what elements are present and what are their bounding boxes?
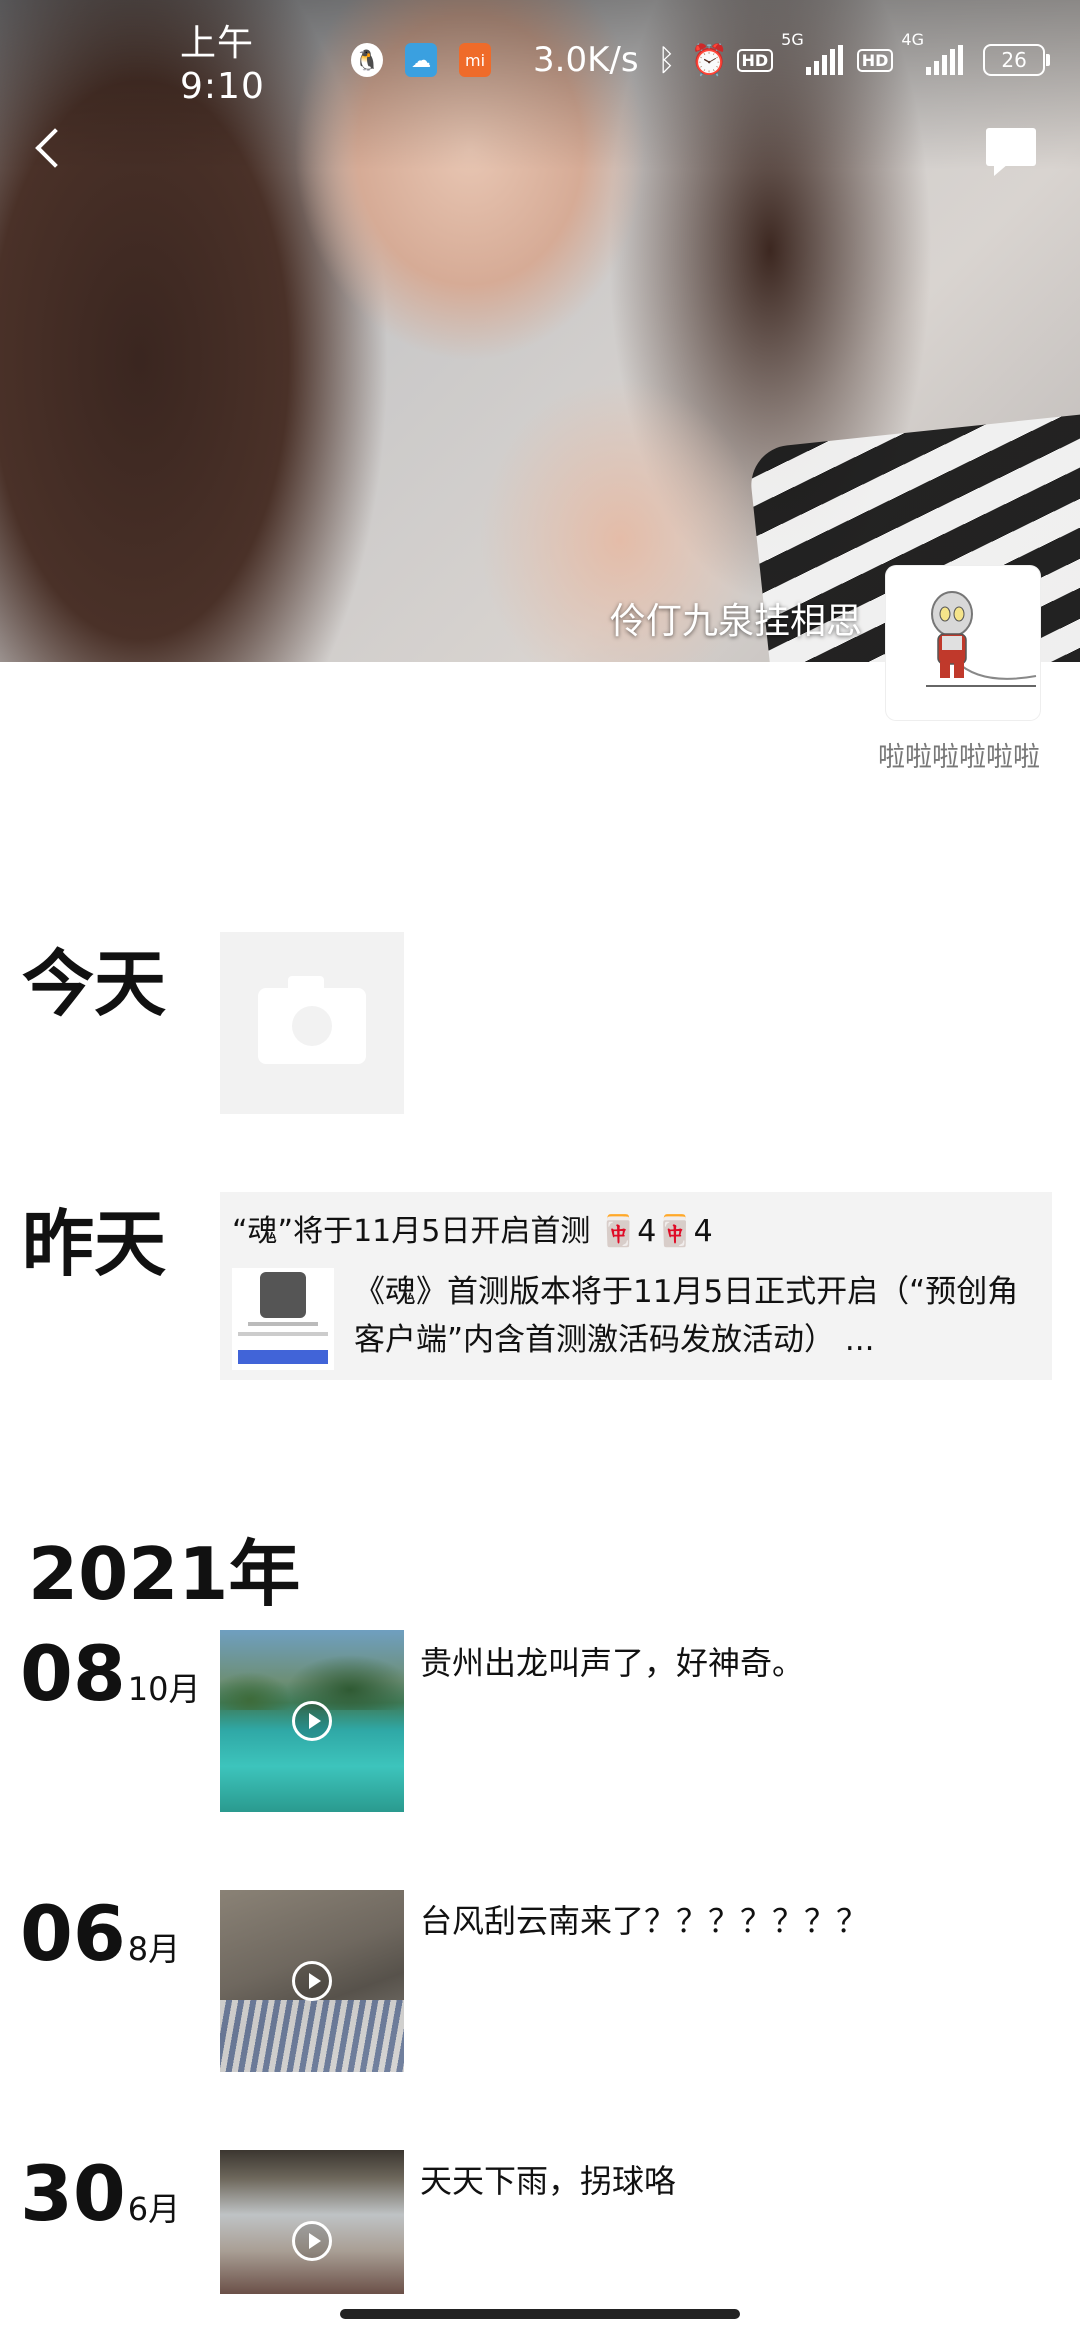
post-day: 08 bbox=[20, 1629, 126, 1718]
post-day: 06 bbox=[20, 1889, 126, 1978]
play-icon bbox=[292, 1701, 332, 1741]
post-date: 0810月 bbox=[20, 1636, 201, 1712]
year-label: 2021年 bbox=[28, 1532, 301, 1616]
status-bar: 上午9:10 🐧 ☁ mi 3.0K/s ᛒ ⏰ HD 5G HD 4G 26 bbox=[180, 23, 1050, 107]
camera-icon bbox=[258, 976, 366, 1064]
yesterday-label: 昨天 bbox=[22, 1202, 167, 1286]
post-day: 30 bbox=[20, 2149, 126, 2238]
post-month: 10月 bbox=[127, 1670, 201, 1708]
bluetooth-icon: ᛒ bbox=[657, 42, 676, 78]
profile-signature: 啦啦啦啦啦啦 bbox=[878, 742, 1040, 773]
video-thumbnail[interactable] bbox=[220, 1890, 404, 2072]
battery-tip bbox=[1046, 54, 1050, 66]
post-photo-button[interactable] bbox=[220, 932, 404, 1114]
post-month: 6月 bbox=[127, 2190, 181, 2228]
profile-username: 伶仃九泉挂相思 bbox=[609, 601, 862, 642]
post-date: 306月 bbox=[20, 2156, 180, 2232]
signal-icon bbox=[805, 45, 843, 75]
network-type-2: 4G bbox=[901, 30, 924, 49]
mi-icon: mi bbox=[459, 43, 492, 77]
alarm-icon: ⏰ bbox=[690, 42, 729, 78]
video-thumbnail[interactable] bbox=[220, 2150, 404, 2294]
post-text[interactable]: 贵州出龙叫声了，好神奇。 bbox=[420, 1638, 804, 1684]
back-button[interactable] bbox=[20, 118, 80, 178]
post-text[interactable]: 台风刮云南来了？？？？？？？ bbox=[420, 1896, 868, 1942]
qq-icon: 🐧 bbox=[351, 43, 384, 77]
cover-photo[interactable] bbox=[0, 0, 1080, 662]
post-date: 068月 bbox=[20, 1896, 180, 1972]
avatar[interactable] bbox=[886, 566, 1040, 720]
shared-link-description: 《魂》首测版本将于11月5日正式开启（“预创角客户端”内含首测激活码发放活动） … bbox=[354, 1274, 1019, 1358]
message-icon[interactable] bbox=[984, 124, 1040, 180]
cloud-icon: ☁ bbox=[405, 43, 438, 77]
battery-icon: 26 bbox=[983, 44, 1046, 76]
network-type-1: 5G bbox=[781, 30, 804, 49]
shared-link-thumbnail bbox=[232, 1268, 334, 1370]
status-time: 上午9:10 bbox=[180, 22, 265, 107]
shared-link-title: “魂”将于11月5日开启首测 🀄4🀄4 bbox=[232, 1214, 713, 1249]
hd-badge: HD bbox=[736, 48, 774, 72]
home-indicator[interactable] bbox=[340, 2309, 740, 2319]
signal-icon-2 bbox=[926, 45, 963, 75]
play-icon bbox=[292, 2221, 332, 2261]
play-icon bbox=[292, 1961, 332, 2001]
avatar-image bbox=[926, 591, 1037, 687]
battery-level: 26 bbox=[1001, 48, 1027, 72]
today-label: 今天 bbox=[22, 942, 167, 1026]
post-month: 8月 bbox=[127, 1930, 181, 1968]
shared-link-card[interactable]: “魂”将于11月5日开启首测 🀄4🀄4 《魂》首测版本将于11月5日正式开启（“… bbox=[220, 1192, 1052, 1380]
post-text[interactable]: 天天下雨，拐球咯 bbox=[420, 2156, 676, 2202]
network-speed: 3.0K/s bbox=[533, 40, 639, 80]
video-thumbnail[interactable] bbox=[220, 1630, 404, 1812]
hd-badge-2: HD bbox=[856, 48, 894, 72]
